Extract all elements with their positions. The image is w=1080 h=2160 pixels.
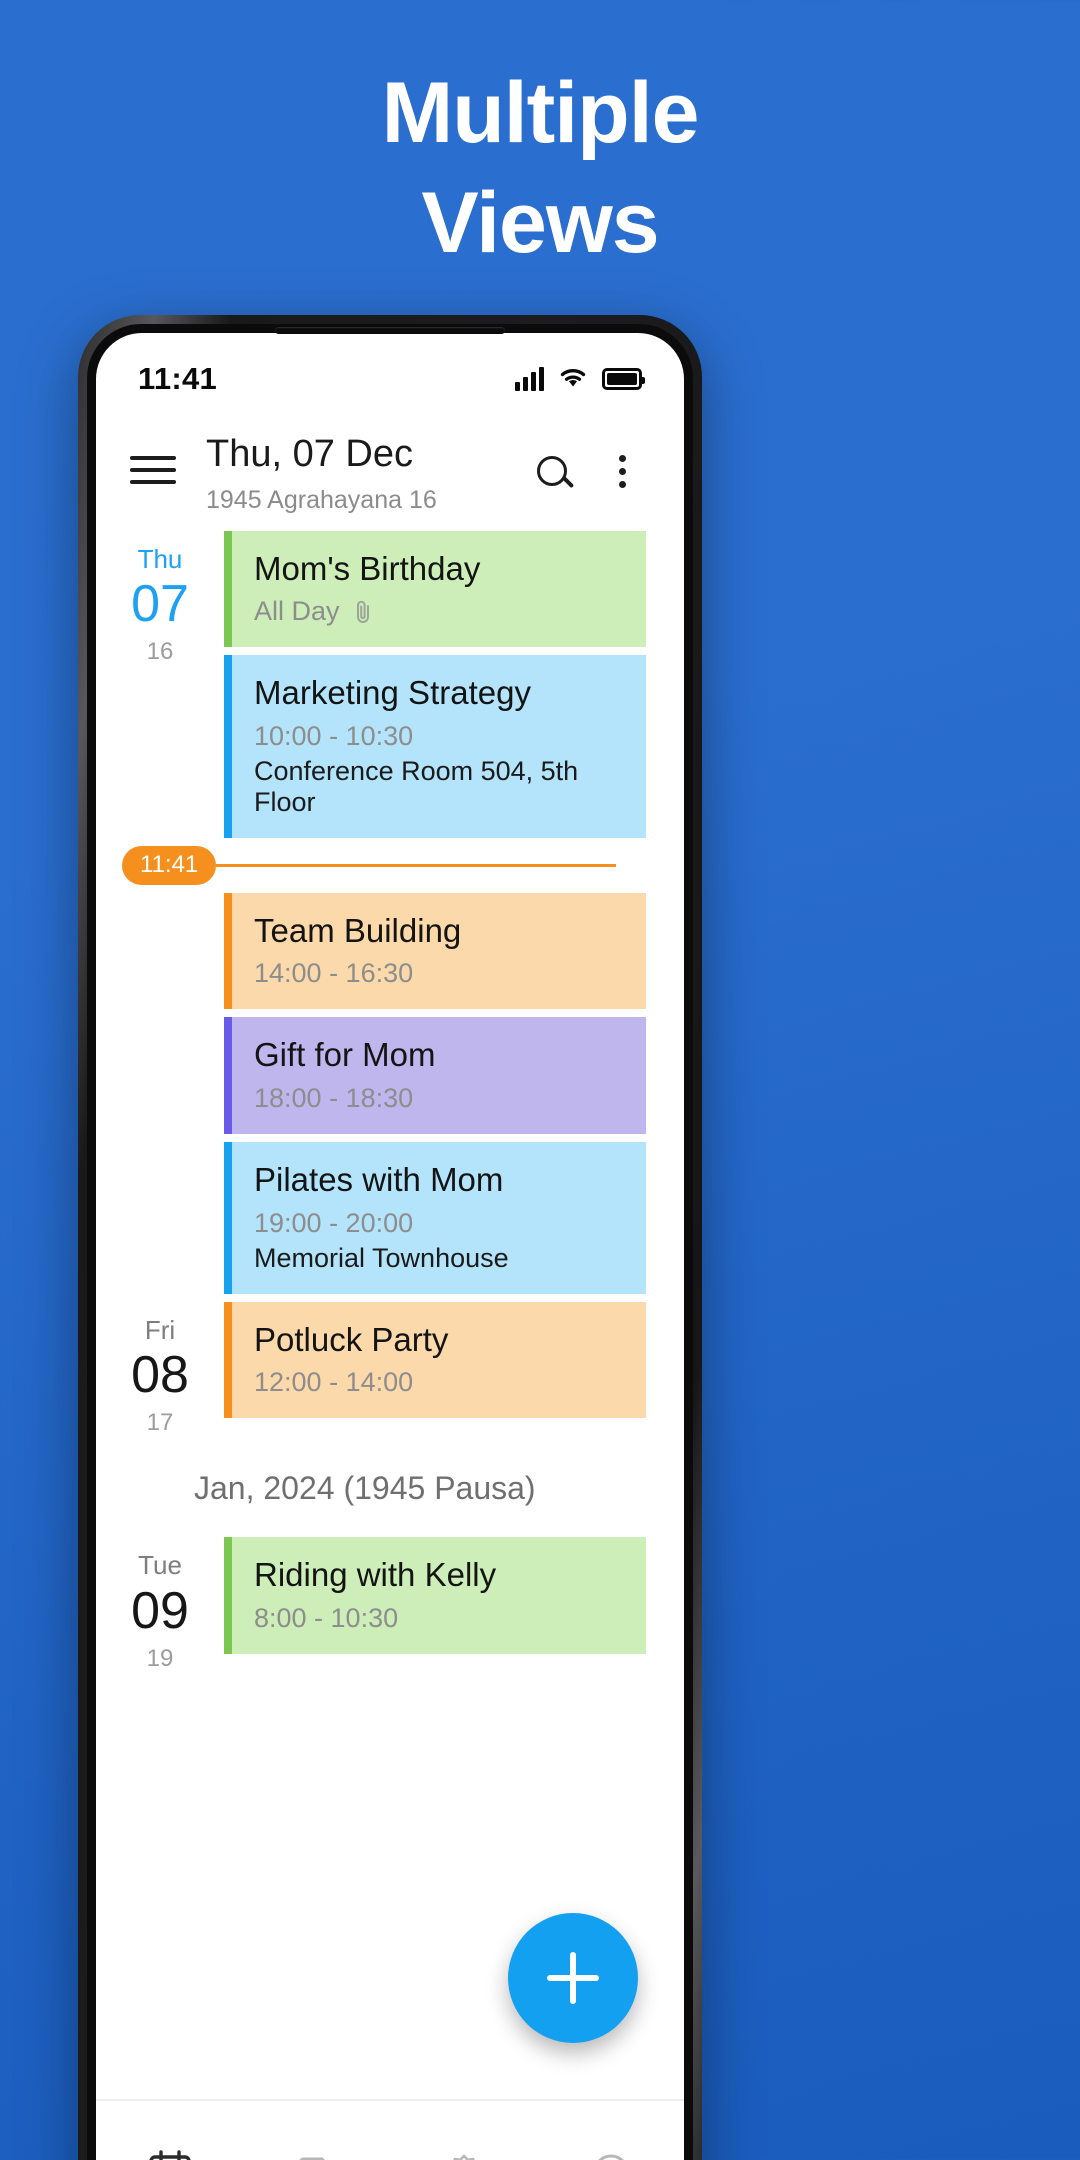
bottom-navigation-bar	[96, 2099, 684, 2160]
app-bar: Thu, 07 Dec 1945 Agrahayana 16	[96, 411, 684, 531]
day-events: Potluck Party 12:00 - 14:00	[224, 1301, 684, 1427]
day-alt-calendar-number: 19	[146, 1644, 174, 1672]
app-bar-actions	[524, 443, 650, 499]
phone-device-frame: 11:41 Thu, 07 Dec 1945 Agrahayana 16 Thu…	[78, 315, 702, 2160]
overflow-menu-button[interactable]	[594, 443, 650, 499]
add-event-fab[interactable]	[508, 1913, 638, 2043]
event-card[interactable]: Potluck Party 12:00 - 14:00	[224, 1301, 646, 1419]
plus-icon-vertical	[570, 1952, 576, 2004]
event-title: Potluck Party	[254, 1320, 449, 1358]
event-time: 18:00 - 18:30	[254, 1083, 620, 1114]
day-number: 07	[131, 575, 189, 634]
phone-bezel: 11:41 Thu, 07 Dec 1945 Agrahayana 16 Thu…	[87, 324, 693, 2160]
promo-headline: Multiple Views	[0, 58, 1080, 278]
event-card[interactable]: Mom's Birthday All Day	[224, 530, 646, 648]
earpiece-speaker	[275, 327, 505, 334]
event-card[interactable]: Marketing Strategy 10:00 - 10:30 Conferenc…	[224, 655, 646, 838]
event-card[interactable]: Riding with Kelly 8:00 - 10:30	[224, 1537, 646, 1655]
nav-item-settings[interactable]	[390, 2122, 537, 2160]
event-time: All Day	[254, 596, 620, 627]
promo-line-2: Views	[421, 175, 659, 272]
search-icon	[537, 456, 567, 486]
event-time-label: 8:00 - 10:30	[254, 1603, 399, 1634]
cellular-signal-icon	[515, 367, 544, 391]
event-time-label: All Day	[254, 596, 340, 627]
event-time-label: 10:00 - 10:30	[254, 720, 414, 751]
app-bar-titles: Thu, 07 Dec 1945 Agrahayana 16	[206, 433, 524, 515]
current-time-badge: 11:41	[122, 845, 217, 885]
promo-line-1: Multiple	[381, 65, 700, 161]
day-events: Mom's Birthday All Day Marketing Strategy 1…	[122, 530, 684, 1302]
day-date-column[interactable]: Fri 08 17	[96, 1302, 224, 1437]
day-of-week: Fri	[144, 1314, 176, 1345]
event-time: 14:00 - 16:30	[254, 958, 620, 989]
status-bar-icons	[515, 365, 645, 394]
event-time: 10:00 - 10:30	[254, 721, 620, 752]
day-events: Riding with Kelly 8:00 - 10:30	[224, 1537, 684, 1662]
event-time-label: 18:00 - 18:30	[254, 1083, 414, 1114]
nav-item-account[interactable]	[537, 2122, 684, 2160]
hamburger-menu-icon[interactable]	[130, 447, 176, 493]
event-time-label: 14:00 - 16:30	[254, 958, 414, 989]
day-of-week: Thu	[137, 543, 183, 574]
day-number: 09	[131, 1582, 189, 1641]
event-time: 8:00 - 10:30	[254, 1603, 620, 1634]
agenda-day-row: Thu 07 16 Mom's Birthday All Day Marketing St…	[96, 530, 684, 1302]
current-time-line	[216, 863, 616, 867]
nav-item-tag[interactable]	[243, 2122, 390, 2160]
current-time-indicator: 11:41	[96, 845, 646, 885]
agenda-day-row: Tue 09 19 Riding with Kelly 8:00 - 10:30	[96, 1537, 684, 1672]
wifi-icon	[557, 365, 589, 394]
event-title: Team Building	[254, 911, 462, 949]
page-title[interactable]: Thu, 07 Dec	[206, 433, 524, 477]
event-location: Memorial Townhouse	[254, 1242, 509, 1273]
event-title: Riding with Kelly	[254, 1556, 497, 1594]
day-of-week: Tue	[138, 1550, 182, 1581]
day-number: 08	[131, 1346, 189, 1405]
day-date-column[interactable]: Thu 07 16	[96, 531, 224, 666]
paperclip-icon	[352, 599, 374, 625]
search-button[interactable]	[524, 443, 580, 499]
nav-item-calendar[interactable]	[96, 2122, 243, 2160]
day-alt-calendar-number: 17	[146, 1409, 174, 1437]
agenda-list: Thu 07 16 Mom's Birthday All Day Marketing St…	[96, 530, 684, 1673]
event-title: Marketing Strategy	[254, 674, 531, 712]
event-time-label: 12:00 - 14:00	[254, 1367, 414, 1398]
event-title: Pilates with Mom	[254, 1161, 504, 1199]
status-bar-clock: 11:41	[138, 361, 218, 396]
day-alt-calendar-number: 16	[146, 638, 174, 666]
event-card[interactable]: Team Building 14:00 - 16:30	[224, 892, 646, 1010]
event-card[interactable]: Pilates with Mom 19:00 - 20:00 Memorial To…	[224, 1142, 646, 1294]
event-time: 12:00 - 14:00	[254, 1367, 620, 1398]
event-time-label: 19:00 - 20:00	[254, 1207, 414, 1238]
more-vertical-icon	[618, 454, 626, 488]
month-divider: Jan, 2024 (1945 Pausa)	[194, 1470, 536, 1507]
event-time: 19:00 - 20:00	[254, 1208, 620, 1239]
battery-full-icon	[602, 368, 645, 390]
day-date-column[interactable]: Tue 09 19	[96, 1537, 224, 1672]
status-bar: 11:41	[96, 333, 684, 411]
agenda-day-row: Fri 08 17 Potluck Party 12:00 - 14:00	[96, 1301, 684, 1437]
page-subtitle: 1945 Agrahayana 16	[206, 485, 437, 514]
event-card[interactable]: Gift for Mom 18:00 - 18:30	[224, 1017, 646, 1135]
phone-screen: 11:41 Thu, 07 Dec 1945 Agrahayana 16 Thu…	[96, 333, 684, 2160]
event-title: Gift for Mom	[254, 1036, 436, 1074]
event-location: Conference Room 504, 5th Floor	[254, 755, 579, 817]
event-title: Mom's Birthday	[254, 549, 481, 587]
